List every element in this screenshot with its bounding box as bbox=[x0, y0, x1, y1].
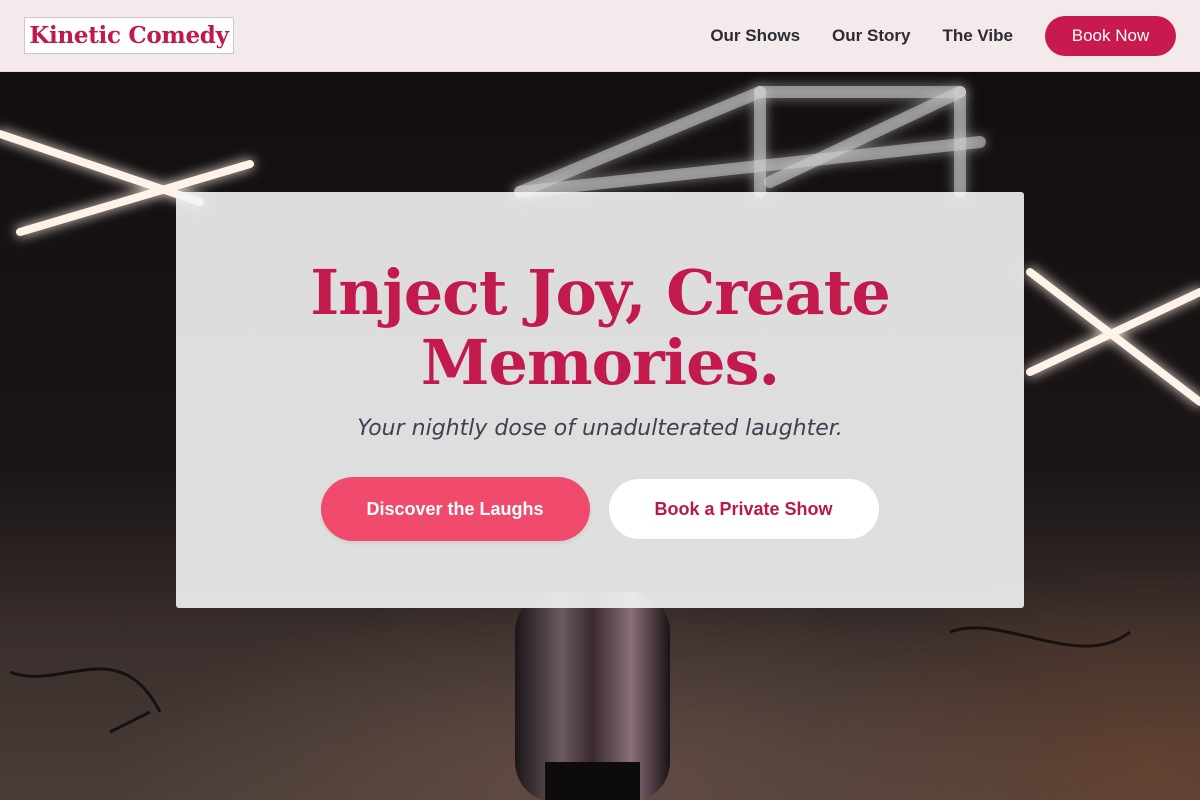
main-nav: Our Shows Our Story The Vibe Book Now bbox=[710, 15, 1176, 56]
hero-tagline: Your nightly dose of unadulterated laugh… bbox=[357, 416, 843, 441]
book-now-button[interactable]: Book Now bbox=[1045, 15, 1176, 56]
hero-section: Inject Joy, Create Memories. Your nightl… bbox=[0, 72, 1200, 800]
nav-link-our-story[interactable]: Our Story bbox=[832, 26, 910, 46]
book-private-show-button[interactable]: Book a Private Show bbox=[607, 478, 880, 540]
discover-laughs-button[interactable]: Discover the Laughs bbox=[320, 477, 590, 541]
site-header: Kinetic Comedy Our Shows Our Story The V… bbox=[0, 0, 1200, 72]
logo[interactable]: Kinetic Comedy bbox=[24, 17, 234, 54]
hero-card: Inject Joy, Create Memories. Your nightl… bbox=[176, 192, 1024, 608]
hero-headline: Inject Joy, Create Memories. bbox=[310, 256, 891, 399]
hero-button-row: Discover the Laughs Book a Private Show bbox=[320, 477, 880, 541]
nav-link-our-shows[interactable]: Our Shows bbox=[710, 26, 800, 46]
nav-link-the-vibe[interactable]: The Vibe bbox=[942, 26, 1013, 46]
